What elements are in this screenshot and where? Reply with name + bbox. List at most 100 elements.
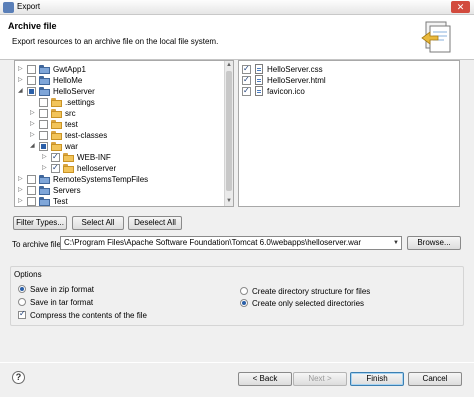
file-list-label: favicon.ico [267, 87, 305, 96]
directory-structure-label: Create directory structure for files [252, 287, 371, 296]
project-icon [39, 186, 50, 195]
window-title: Export [17, 2, 41, 11]
tree-item-label: Test [53, 197, 68, 206]
filter-types-button[interactable]: Filter Types... [13, 216, 67, 230]
folder-icon [63, 153, 74, 162]
scroll-up-icon[interactable]: ▲ [225, 61, 233, 70]
tree-item-label: test-classes [65, 131, 108, 140]
expand-icon[interactable]: ▷ [18, 198, 25, 205]
directory-structure-radio[interactable] [240, 287, 248, 295]
expand-icon[interactable]: ▷ [18, 176, 25, 183]
project-icon [39, 175, 50, 184]
file-list-label: HelloServer.html [267, 76, 326, 85]
compress-label: Compress the contents of the file [30, 311, 147, 320]
tree-item-label: RemoteSystemsTempFiles [53, 175, 149, 184]
tree-item-checkbox[interactable] [51, 163, 60, 173]
tar-radio[interactable] [18, 298, 26, 306]
cancel-button[interactable]: Cancel [408, 372, 462, 386]
tree-item-label: war [65, 142, 78, 151]
options-title: Options [14, 270, 42, 279]
folder-icon [63, 164, 74, 173]
tree-item-label: Servers [53, 186, 81, 195]
compress-checkbox[interactable] [18, 309, 26, 319]
tree-item-checkbox[interactable] [27, 87, 36, 96]
expand-icon[interactable]: ▷ [30, 110, 37, 117]
tree-item-label: HelloMe [53, 76, 83, 85]
scroll-thumb[interactable] [226, 71, 232, 191]
archive-file-combo[interactable]: C:\Program Files\Apache Software Foundat… [60, 236, 402, 250]
expand-icon[interactable]: ▷ [42, 165, 49, 172]
file-checkbox[interactable] [242, 86, 251, 96]
wizard-header: Archive file Export resources to an arch… [0, 15, 474, 60]
back-button[interactable]: < Back [238, 372, 292, 386]
folder-icon [51, 98, 62, 107]
scroll-down-icon[interactable]: ▼ [225, 197, 233, 206]
project-icon [39, 87, 50, 96]
file-icon [255, 86, 263, 96]
zip-radio[interactable] [18, 285, 26, 293]
archive-file-label: To archive file: [12, 240, 64, 249]
folder-icon [51, 131, 62, 140]
folder-icon [51, 142, 62, 151]
tree-item-checkbox[interactable] [51, 152, 60, 162]
next-button[interactable]: Next > [293, 372, 347, 386]
expand-icon[interactable]: ▷ [18, 187, 25, 194]
tree-item-checkbox[interactable] [39, 142, 48, 151]
tree-item-checkbox[interactable] [39, 98, 48, 107]
resource-tree[interactable]: ▲ ▼ ▷ GwtApp1 ▷ HelloMe ◢ HelloServer .setting… [14, 60, 234, 207]
file-icon [255, 75, 263, 85]
tree-item-checkbox[interactable] [27, 186, 36, 195]
tree-item-label: HelloServer [53, 87, 95, 96]
tree-item-checkbox[interactable] [27, 76, 36, 85]
file-list-label: HelloServer.css [267, 65, 323, 74]
file-icon [255, 64, 263, 74]
selected-directories-label: Create only selected directories [252, 299, 365, 308]
expand-icon[interactable]: ▷ [30, 132, 37, 139]
close-button[interactable]: ✕ [451, 1, 470, 13]
browse-button[interactable]: Browse... [407, 236, 461, 250]
tree-item-checkbox[interactable] [27, 197, 36, 206]
select-all-button[interactable]: Select All [72, 216, 124, 230]
deselect-all-button[interactable]: Deselect All [128, 216, 182, 230]
tree-item-checkbox[interactable] [39, 109, 48, 118]
tree-item-label: helloserver [77, 164, 117, 173]
chevron-down-icon[interactable]: ▼ [393, 237, 399, 249]
expand-icon[interactable]: ▷ [30, 121, 37, 128]
expand-icon[interactable]: ▷ [42, 154, 49, 161]
tree-item-checkbox[interactable] [39, 120, 48, 129]
app-icon [3, 2, 14, 13]
folder-icon [51, 109, 62, 118]
tree-item-checkbox[interactable] [39, 131, 48, 140]
tree-scrollbar[interactable]: ▲ ▼ [224, 61, 233, 206]
project-icon [39, 65, 50, 74]
collapse-icon[interactable]: ◢ [30, 143, 37, 150]
tree-item-checkbox[interactable] [27, 65, 36, 74]
folder-icon [51, 120, 62, 129]
tree-item-checkbox[interactable] [27, 175, 36, 184]
selected-directories-radio[interactable] [240, 299, 248, 307]
tree-item-label: WEB-INF [77, 153, 111, 162]
help-icon[interactable]: ? [12, 371, 25, 384]
file-checkbox[interactable] [242, 75, 251, 85]
expand-icon[interactable]: ▷ [18, 66, 25, 73]
file-list[interactable]: HelloServer.css HelloServer.html favicon.i… [238, 60, 460, 207]
tree-item-label: test [65, 120, 78, 129]
zip-label: Save in zip format [30, 285, 95, 294]
footer-separator [0, 362, 474, 363]
finish-button[interactable]: Finish [350, 372, 404, 386]
archive-file-value: C:\Program Files\Apache Software Foundat… [64, 238, 362, 247]
collapse-icon[interactable]: ◢ [18, 88, 25, 95]
export-wizard-icon [421, 21, 451, 53]
tree-item-label: GwtApp1 [53, 65, 86, 74]
file-checkbox[interactable] [242, 64, 251, 74]
page-title: Archive file [8, 21, 57, 31]
tree-item-label: src [65, 109, 76, 118]
project-icon [39, 197, 50, 206]
page-description: Export resources to an archive file on t… [12, 37, 219, 46]
project-icon [39, 76, 50, 85]
tree-item-label: .settings [65, 98, 95, 107]
expand-icon[interactable]: ▷ [18, 77, 25, 84]
tar-label: Save in tar format [30, 298, 94, 307]
title-bar: Export ✕ [0, 0, 474, 15]
